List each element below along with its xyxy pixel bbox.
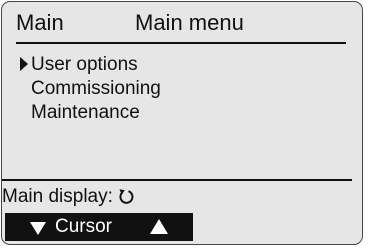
selection-cursor-icon	[20, 57, 28, 71]
footer-divider	[2, 179, 352, 181]
softkey-label: Cursor	[55, 216, 113, 237]
screen-frame-edge	[363, 0, 378, 248]
lcd-display: Main Main menu User options Commissionin…	[1, 1, 363, 245]
triangle-down-icon	[30, 222, 46, 235]
status-label: Main display:	[2, 186, 113, 207]
menu-item-label: Maintenance	[31, 102, 140, 123]
header-divider	[16, 42, 346, 44]
rotate-icon	[119, 189, 134, 204]
menu-item-label: Commissioning	[31, 78, 161, 99]
status-line: Main display:	[2, 186, 135, 208]
page-title: Main menu	[135, 10, 244, 35]
menu-item-maintenance[interactable]: Maintenance	[2, 102, 242, 126]
remote-controller-screen: Main Main menu User options Commissionin…	[0, 0, 378, 248]
cursor-softkey[interactable]: Cursor	[5, 213, 193, 241]
header: Main Main menu	[2, 2, 362, 44]
menu-item-label: User options	[31, 54, 138, 75]
menu-item-commissioning[interactable]: Commissioning	[2, 78, 242, 102]
header-section-label: Main	[16, 10, 64, 35]
triangle-up-icon	[150, 219, 168, 234]
menu-item-user-options[interactable]: User options	[2, 54, 242, 78]
